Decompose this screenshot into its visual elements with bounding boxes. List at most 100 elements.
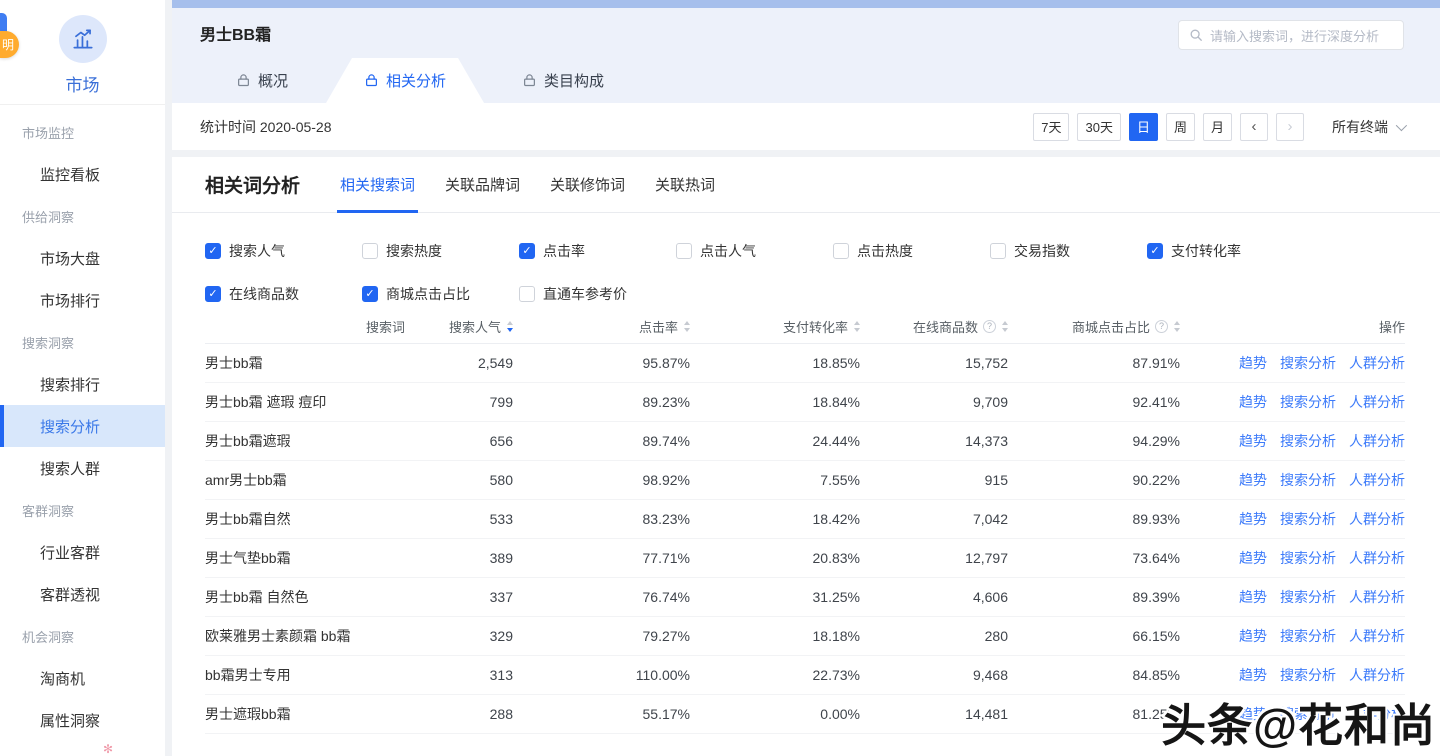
header-tab[interactable]: 概况 — [198, 58, 326, 103]
checkbox-icon[interactable] — [990, 243, 1006, 259]
period-button[interactable]: 月 — [1203, 113, 1232, 141]
sidebar-item[interactable]: 淘商机 — [0, 657, 165, 699]
crowd-analysis-link[interactable]: 人群分析 — [1349, 626, 1405, 646]
next-period-button[interactable]: › — [1276, 113, 1304, 141]
trend-link[interactable]: 趋势 — [1239, 509, 1267, 529]
metric-filter[interactable]: 点击人气 — [676, 243, 833, 259]
search-input[interactable]: 请输入搜索词，进行深度分析 — [1178, 20, 1404, 50]
cell-pay-conversion: 18.85% — [690, 355, 860, 371]
prev-period-button[interactable]: ‹ — [1240, 113, 1268, 141]
search-analysis-link[interactable]: 搜索分析 — [1280, 509, 1336, 529]
checkbox-icon[interactable] — [833, 243, 849, 259]
crowd-analysis-link[interactable]: 人群分析 — [1349, 392, 1405, 412]
metric-filter[interactable]: 商城点击占比 — [362, 286, 519, 302]
sidebar-item[interactable]: 供给洞察 — [0, 195, 165, 237]
sidebar-item[interactable]: 搜索分析 — [0, 405, 165, 447]
module-switcher[interactable]: 市场 — [0, 0, 165, 105]
column-header[interactable]: 操作 — [1180, 317, 1405, 336]
keywords-table: 搜索词 搜索人气 点击率 — [205, 310, 1405, 734]
sidebar-item[interactable]: 属性洞察 — [0, 699, 165, 741]
cell-keyword: 欧莱雅男士素颜霜 bb霜 — [205, 626, 405, 646]
panel-tab[interactable]: 关联热词 — [655, 157, 715, 213]
checkbox-icon[interactable] — [205, 243, 221, 259]
sidebar-item[interactable]: 搜索排行 — [0, 363, 165, 405]
metric-filter[interactable]: 支付转化率 — [1147, 243, 1304, 259]
period-button[interactable]: 周 — [1166, 113, 1195, 141]
search-analysis-link[interactable]: 搜索分析 — [1280, 353, 1336, 373]
crowd-analysis-link[interactable]: 人群分析 — [1349, 587, 1405, 607]
column-header[interactable]: 支付转化率 — [690, 317, 860, 336]
crowd-analysis-link[interactable]: 人群分析 — [1349, 665, 1405, 685]
checkbox-icon[interactable] — [519, 286, 535, 302]
metric-filter[interactable]: 点击率 — [519, 243, 676, 259]
period-button[interactable]: 7天 — [1033, 113, 1069, 141]
trend-link[interactable]: 趋势 — [1239, 665, 1267, 685]
metric-filter[interactable]: 交易指数 — [990, 243, 1147, 259]
sidebar-item[interactable]: 市场大盘 — [0, 237, 165, 279]
crowd-analysis-link[interactable]: 人群分析 — [1349, 509, 1405, 529]
checkbox-icon[interactable] — [676, 243, 692, 259]
trend-link[interactable]: 趋势 — [1239, 470, 1267, 490]
sidebar-item[interactable]: 搜索洞察 — [0, 321, 165, 363]
sidebar-item[interactable]: 市场监控 — [0, 111, 165, 153]
panel-tab[interactable]: 相关搜索词 — [340, 157, 415, 213]
checkbox-icon[interactable] — [1147, 243, 1163, 259]
crowd-analysis-link[interactable]: 人群分析 — [1349, 548, 1405, 568]
sidebar-item[interactable]: 市场排行 — [0, 279, 165, 321]
cell-click-rate: 95.87% — [513, 355, 690, 371]
panel-title: 相关词分析 — [205, 171, 340, 198]
sidebar-item[interactable]: 监控看板 — [0, 153, 165, 195]
checkbox-icon[interactable] — [205, 286, 221, 302]
crowd-analysis-link[interactable]: 人群分析 — [1349, 353, 1405, 373]
period-button[interactable]: 30天 — [1077, 113, 1120, 141]
search-analysis-link[interactable]: 搜索分析 — [1280, 626, 1336, 646]
sidebar-item[interactable]: 机会洞察 — [0, 615, 165, 657]
sidebar-item[interactable]: 客群透视 — [0, 573, 165, 615]
trend-link[interactable]: 趋势 — [1239, 548, 1267, 568]
trend-link[interactable]: 趋势 — [1239, 392, 1267, 412]
cell-keyword: 男士bb霜自然 — [205, 509, 405, 529]
crowd-analysis-link[interactable]: 人群分析 — [1349, 470, 1405, 490]
header-tab-label: 相关分析 — [386, 70, 446, 91]
column-header-label: 搜索词 — [366, 317, 405, 336]
sidebar-item[interactable]: 行业客群 — [0, 531, 165, 573]
trend-link[interactable]: 趋势 — [1239, 353, 1267, 373]
search-analysis-link[interactable]: 搜索分析 — [1280, 431, 1336, 451]
column-header[interactable]: 搜索词 — [205, 317, 405, 336]
header-tab[interactable]: 类目构成 — [484, 58, 642, 103]
trend-link[interactable]: 趋势 — [1239, 587, 1267, 607]
metric-filter-label: 交易指数 — [1014, 241, 1070, 261]
panel-tab[interactable]: 关联品牌词 — [445, 157, 520, 213]
metric-filter-label: 商城点击占比 — [386, 284, 470, 304]
checkbox-icon[interactable] — [519, 243, 535, 259]
sidebar-item[interactable]: 搜索人群 — [0, 447, 165, 489]
column-header[interactable]: 点击率 — [513, 317, 690, 336]
search-analysis-link[interactable]: 搜索分析 — [1280, 470, 1336, 490]
analysis-card: 相关词分析 相关搜索词 关联品牌词 关联修饰词 关 — [172, 157, 1440, 756]
metric-filter[interactable]: 在线商品数 — [205, 286, 362, 302]
search-analysis-link[interactable]: 搜索分析 — [1280, 392, 1336, 412]
checkbox-icon[interactable] — [362, 243, 378, 259]
search-analysis-link[interactable]: 搜索分析 — [1280, 665, 1336, 685]
column-header[interactable]: 在线商品数 — [860, 317, 1008, 336]
checkbox-icon[interactable] — [362, 286, 378, 302]
column-header[interactable]: 商城点击占比 — [1008, 317, 1180, 336]
metric-filter[interactable]: 点击热度 — [833, 243, 990, 259]
trend-link[interactable]: 趋势 — [1239, 626, 1267, 646]
terminal-dropdown[interactable]: 所有终端 — [1332, 117, 1404, 137]
search-analysis-link[interactable]: 搜索分析 — [1280, 587, 1336, 607]
crowd-analysis-link[interactable]: 人群分析 — [1349, 431, 1405, 451]
panel-tab[interactable]: 关联修饰词 — [550, 157, 625, 213]
column-header[interactable]: 搜索人气 — [405, 317, 513, 336]
trend-link[interactable]: 趋势 — [1239, 431, 1267, 451]
search-analysis-link[interactable]: 搜索分析 — [1280, 548, 1336, 568]
metric-filter[interactable]: 搜索热度 — [362, 243, 519, 259]
sidebar-item[interactable]: 客群洞察 — [0, 489, 165, 531]
header-tab[interactable]: 相关分析 — [326, 58, 484, 103]
cell-keyword: amr男士bb霜 — [205, 470, 405, 490]
help-icon[interactable] — [1155, 320, 1168, 333]
metric-filter[interactable]: 直通车参考价 — [519, 286, 676, 302]
metric-filter[interactable]: 搜索人气 — [205, 243, 362, 259]
period-button[interactable]: 日 — [1129, 113, 1158, 141]
help-icon[interactable] — [983, 320, 996, 333]
